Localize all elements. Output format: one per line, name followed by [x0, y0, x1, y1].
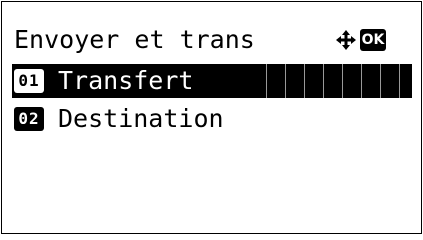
screen-title: Envoyer et trans: [14, 25, 255, 54]
menu-item-transfert[interactable]: 01 Transfert: [12, 64, 412, 98]
menu-item-label: Destination: [58, 104, 224, 133]
item-number-badge: 01: [14, 69, 44, 93]
menu-item-destination[interactable]: 02 Destination: [12, 102, 224, 136]
four-way-arrow-icon[interactable]: [335, 29, 357, 51]
selection-highlight-pattern: [248, 64, 412, 98]
menu-item-label: Transfert: [58, 66, 194, 95]
header: Envoyer et trans OK: [14, 24, 410, 56]
item-number-badge: 02: [14, 107, 44, 131]
lcd-panel: Envoyer et trans OK 01 Transfert 02 Dest…: [1, 1, 422, 234]
ok-button[interactable]: OK: [360, 29, 386, 51]
